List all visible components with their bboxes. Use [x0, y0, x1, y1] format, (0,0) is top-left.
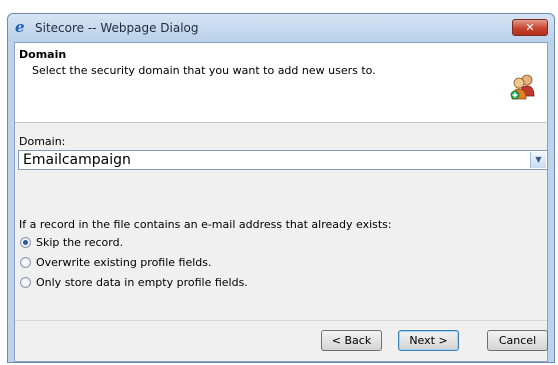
cancel-button[interactable]: Cancel [487, 330, 548, 351]
wizard-footer: < Back Next > Cancel [15, 320, 548, 361]
page-title: Domain [19, 48, 67, 61]
radio-label: Overwrite existing profile fields. [36, 256, 212, 269]
ie-icon: e [15, 18, 25, 36]
dialog-window: e Sitecore -- Webpage Dialog ✕ Domain Se… [7, 13, 555, 363]
wizard-header: Domain Select the security domain that y… [15, 43, 547, 123]
close-button[interactable]: ✕ [512, 19, 548, 36]
page-subtitle: Select the security domain that you want… [32, 64, 376, 77]
dialog-client: Domain Select the security domain that y… [14, 42, 548, 362]
window-title: Sitecore -- Webpage Dialog [35, 21, 199, 35]
radio-button[interactable] [20, 277, 31, 288]
radio-label: Only store data in empty profile fields. [36, 276, 248, 289]
domain-label: Domain: [19, 135, 66, 148]
title-bar[interactable]: e Sitecore -- Webpage Dialog ✕ [8, 14, 554, 42]
existing-record-question: If a record in the file contains an e-ma… [19, 218, 392, 231]
domain-select-value: Emailcampaign [23, 152, 131, 168]
users-icon [510, 74, 535, 100]
next-button[interactable]: Next > [398, 330, 459, 351]
wizard-body: Domain: Emailcampaign ▼ If a record in t… [15, 123, 548, 321]
back-button[interactable]: < Back [321, 330, 382, 351]
chevron-down-icon[interactable]: ▼ [530, 152, 546, 168]
domain-select[interactable]: Emailcampaign ▼ [18, 150, 548, 170]
radio-label: Skip the record. [36, 236, 124, 249]
radio-button[interactable] [20, 237, 31, 248]
radio-button[interactable] [20, 257, 31, 268]
